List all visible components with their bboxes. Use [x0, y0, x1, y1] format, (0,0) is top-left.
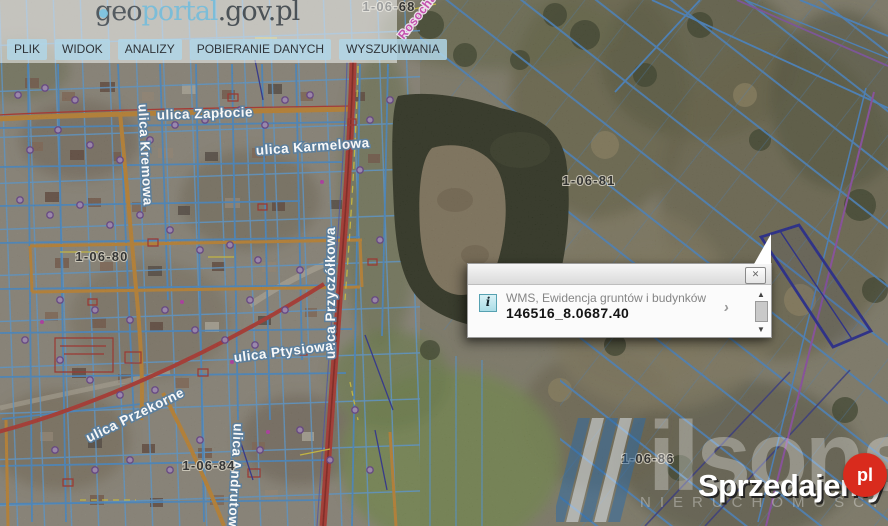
popup-scrollbar[interactable]: ▲ ▼	[754, 290, 768, 334]
scroll-down-icon[interactable]: ▼	[754, 325, 768, 334]
popup-title-bar[interactable]	[468, 264, 771, 285]
main-menu: PLIK WIDOK ANALIZY POBIERANIE DANYCH WYS…	[7, 39, 447, 60]
geoportal-logo[interactable]: geoportal.gov.pl	[95, 0, 301, 27]
menu-item-analizy[interactable]: ANALIZY	[117, 39, 182, 60]
scrollbar-thumb[interactable]	[755, 301, 768, 322]
menu-item-wyszukiwania[interactable]: WYSZUKIWANIA	[339, 39, 447, 60]
header-bar: geoportal.gov.pl PLIK WIDOK ANALIZY POBI…	[0, 0, 447, 63]
logo-part-govpl: .gov.pl	[217, 0, 301, 27]
menu-item-plik[interactable]: PLIK	[7, 39, 48, 60]
popup-feature-id: 146516_8.0687.40	[506, 305, 630, 321]
parcel-label-1-06-84: 1-06-84	[182, 458, 235, 473]
geoportal-app: ulica Zapłocie ulica Kremowa ulica Karme…	[0, 0, 888, 526]
parcel-label-1-06-86: 1-06-86	[621, 451, 674, 466]
logo-part-portal: portal	[141, 0, 219, 27]
menu-item-widok[interactable]: WIDOK	[55, 39, 110, 60]
wms-info-popup: ✕ i WMS, Ewidencja gruntów i budynków 14…	[467, 234, 772, 338]
chevron-right-icon[interactable]: ›	[723, 299, 730, 317]
close-icon[interactable]: ✕	[745, 267, 766, 284]
popup-layer-source: WMS, Ewidencja gruntów i budynków	[506, 291, 707, 305]
parcel-label-1-06-80: 1-06-80	[75, 249, 128, 264]
parcel-label-1-06-81: 1-06-81	[562, 173, 615, 188]
info-icon: i	[479, 294, 497, 312]
logo-dot-icon	[99, 9, 108, 18]
scroll-up-icon[interactable]: ▲	[754, 290, 768, 299]
menu-item-pobieranie-danych[interactable]: POBIERANIE DANYCH	[189, 39, 332, 60]
